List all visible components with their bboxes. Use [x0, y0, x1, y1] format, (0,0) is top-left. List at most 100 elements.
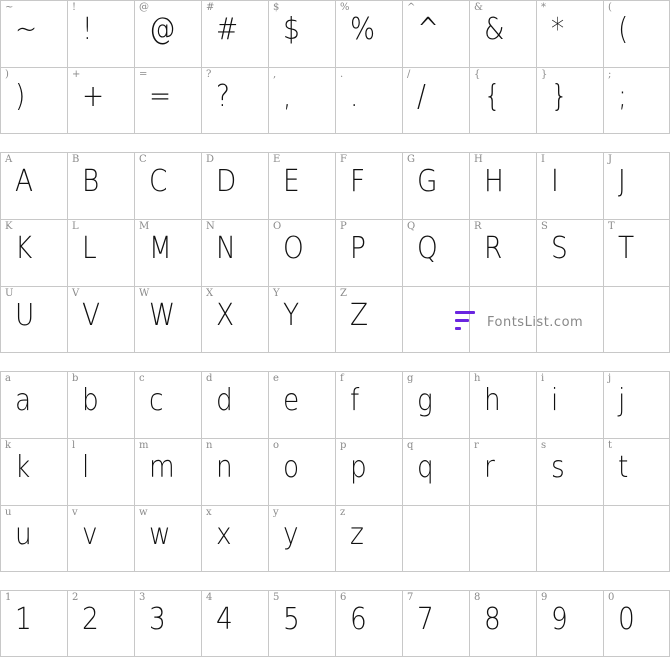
- glyph-cell: VV: [67, 286, 134, 353]
- glyph-reference-char: b: [72, 373, 79, 384]
- glyph-cell: * *: [536, 0, 603, 67]
- glyph-reference-char: N: [206, 221, 215, 232]
- glyph-sample: 4: [216, 602, 233, 637]
- glyph-block: ~ ~!! @ @ # # $ $%% ^ ^ & & * *(()) + + = =??,,.. / /{{}};;: [0, 0, 670, 134]
- glyph-sample: Y: [283, 298, 300, 333]
- glyph-reference-char: L: [72, 221, 79, 232]
- glyph-cell: = =: [134, 67, 201, 134]
- glyph-cell: vv: [67, 505, 134, 572]
- glyph-cell: ^ ^: [402, 0, 469, 67]
- glyph-cell: XX: [201, 286, 268, 353]
- glyph-reference-char: B: [72, 154, 80, 165]
- glyph-cell: ??: [201, 67, 268, 134]
- glyph-sample: G: [417, 164, 438, 199]
- glyph-cell: EE: [268, 152, 335, 219]
- glyph-sample: ?: [216, 79, 231, 114]
- glyph-sample: i: [551, 383, 559, 418]
- glyph-cell: KK: [0, 219, 67, 286]
- glyph-cell: TT: [603, 219, 670, 286]
- glyph-sample: =: [149, 79, 172, 114]
- glyph-reference-char: ^: [407, 2, 416, 13]
- glyph-sample: D: [216, 164, 237, 199]
- glyph-reference-char: 9: [541, 592, 548, 603]
- glyph-sample: t: [618, 450, 629, 485]
- glyph-block: 11223344556677889900: [0, 590, 670, 657]
- glyph-cell: 77: [402, 590, 469, 657]
- glyph-cell: dd: [201, 371, 268, 438]
- glyph-reference-char: U: [5, 288, 14, 299]
- glyph-cell: ((: [603, 0, 670, 67]
- glyph-reference-char: V: [72, 288, 80, 299]
- glyph-reference-char: v: [72, 507, 78, 518]
- glyph-reference-char: o: [273, 440, 280, 451]
- glyph-reference-char: a: [5, 373, 11, 384]
- glyph-cell: OO: [268, 219, 335, 286]
- glyph-reference-char: e: [273, 373, 279, 384]
- glyph-cell: ww: [134, 505, 201, 572]
- glyph-reference-char: {: [474, 69, 481, 80]
- glyph-reference-char: 0: [608, 592, 615, 603]
- glyph-cell: LL: [67, 219, 134, 286]
- glyph-sample: 0: [618, 602, 635, 637]
- glyph-cell: 44: [201, 590, 268, 657]
- glyph-cell: RR: [469, 219, 536, 286]
- glyph-cell: CC: [134, 152, 201, 219]
- glyph-cell: mm: [134, 438, 201, 505]
- glyph-reference-char: ;: [608, 69, 612, 80]
- glyph-sample: k: [15, 450, 31, 485]
- glyph-cell: oo: [268, 438, 335, 505]
- glyph-sample: 2: [82, 602, 99, 637]
- glyph-reference-char: l: [72, 440, 76, 451]
- glyph-cell: WW: [134, 286, 201, 353]
- glyph-sample: M: [149, 231, 172, 266]
- glyph-reference-char: z: [340, 507, 346, 518]
- glyph-sample: ,: [283, 79, 292, 114]
- glyph-reference-char: P: [340, 221, 347, 232]
- glyph-cell: 11: [0, 590, 67, 657]
- glyph-cell: kk: [0, 438, 67, 505]
- glyph-cell: ll: [67, 438, 134, 505]
- fontslist-logo-icon: [455, 309, 477, 335]
- glyph-cell: gg: [402, 371, 469, 438]
- glyph-row: ~ ~!! @ @ # # $ $%% ^ ^ & & * *((: [0, 0, 670, 67]
- glyph-cell: PP: [335, 219, 402, 286]
- glyph-reference-char: S: [541, 221, 548, 232]
- glyph-cell: 22: [67, 590, 134, 657]
- glyph-sample: a: [15, 383, 32, 418]
- glyph-sample: u: [15, 517, 32, 552]
- glyph-sample: 3: [149, 602, 166, 637]
- glyph-row: kkllmmnnooppqqrrsstt: [0, 438, 670, 505]
- glyph-cell: 33: [134, 590, 201, 657]
- glyph-reference-char: #: [206, 2, 215, 13]
- glyph-reference-char: ?: [206, 69, 212, 80]
- glyph-reference-char: s: [541, 440, 547, 451]
- glyph-sample: B: [82, 164, 100, 199]
- glyph-reference-char: F: [340, 154, 347, 165]
- glyph-sample: q: [417, 450, 434, 485]
- glyph-reference-char: 4: [206, 592, 213, 603]
- watermark-text: FontsList.com: [487, 314, 584, 330]
- glyph-cell: uu: [0, 505, 67, 572]
- glyph-sample: U: [15, 298, 35, 333]
- glyph-sample: e: [283, 383, 300, 418]
- glyph-sample: l: [82, 450, 90, 485]
- glyph-sample: X: [216, 298, 235, 333]
- glyph-cell: ii: [536, 371, 603, 438]
- glyph-cell: HH: [469, 152, 536, 219]
- glyph-reference-char: 6: [340, 592, 347, 603]
- glyph-reference-char: G: [407, 154, 415, 165]
- glyph-sample: Q: [417, 231, 438, 266]
- glyph-sample: x: [216, 517, 232, 552]
- glyph-sample: L: [82, 231, 97, 266]
- glyph-reference-char: q: [407, 440, 414, 451]
- glyph-sample: E: [283, 164, 300, 199]
- glyph-cell: nn: [201, 438, 268, 505]
- glyph-cell: [402, 505, 469, 572]
- glyph-reference-char: 8: [474, 592, 481, 603]
- glyph-sample: I: [551, 164, 559, 199]
- glyph-sample: {: [484, 79, 501, 114]
- glyph-sample: y: [283, 517, 299, 552]
- glyph-sample: z: [350, 517, 364, 552]
- glyph-sample: ;: [618, 79, 627, 114]
- glyph-reference-char: ~: [5, 2, 14, 13]
